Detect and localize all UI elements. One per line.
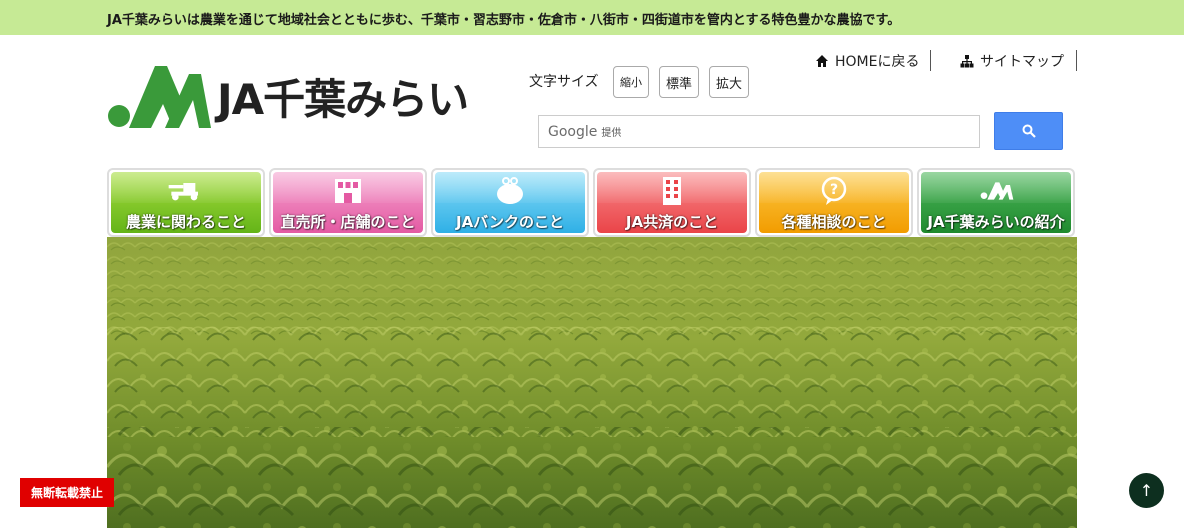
site-logo[interactable]: JA千葉みらい <box>107 64 497 130</box>
search-brand: Google 提供 <box>548 124 621 140</box>
sitemap-icon <box>960 55 974 68</box>
question-bubble-icon: ? <box>821 176 847 205</box>
search-brand-sub: 提供 <box>601 128 622 139</box>
font-size-large-button[interactable]: 拡大 <box>709 66 749 98</box>
nav-about[interactable]: JA千葉みらいの紹介 <box>917 168 1075 237</box>
utility-divider <box>1076 50 1077 71</box>
nav-bank[interactable]: JAバンクのこと <box>431 168 589 237</box>
nav-store[interactable]: 直売所・店舗のこと <box>269 168 427 237</box>
ja-logo-icon <box>980 182 1014 200</box>
tractor-icon <box>168 183 198 201</box>
nav-insurance[interactable]: JA共済のこと <box>593 168 751 237</box>
back-to-top-button[interactable]: ↑ <box>1129 473 1164 508</box>
carrot-field-photo <box>107 237 1077 528</box>
search-icon <box>1022 124 1036 138</box>
font-size-label: 文字サイズ <box>529 74 599 90</box>
logo-text: JA千葉みらい <box>217 75 469 124</box>
nav-store-label: 直売所・店舗のこと <box>280 213 416 231</box>
home-link[interactable]: HOMEに戻る <box>815 50 919 72</box>
svg-text:?: ? <box>830 182 838 198</box>
nav-agriculture[interactable]: 農業に関わること <box>107 168 265 237</box>
font-size-small-button[interactable]: 縮小 <box>613 66 649 98</box>
sitemap-link-label: サイトマップ <box>980 54 1064 70</box>
home-icon <box>816 55 828 67</box>
utility-divider <box>930 50 931 71</box>
no-reproduction-badge: 無断転載禁止 <box>20 478 114 507</box>
building-icon <box>663 177 681 205</box>
nav-agriculture-label: 農業に関わること <box>125 213 246 231</box>
search-button[interactable] <box>994 112 1063 150</box>
sitemap-link[interactable]: サイトマップ <box>960 50 1064 72</box>
search-brand-name: Google <box>548 124 598 140</box>
top-announcement-bar: JA千葉みらいは農業を通じて地域社会とともに歩む、千葉市・習志野市・佐倉市・八街… <box>0 0 1184 35</box>
store-icon <box>335 179 361 203</box>
nav-about-label: JA千葉みらいの紹介 <box>927 213 1065 231</box>
search-box: Google 提供 <box>538 115 980 148</box>
wallet-icon <box>497 177 523 204</box>
arrow-up-icon: ↑ <box>1139 481 1154 500</box>
hero-image <box>107 237 1077 528</box>
font-size-standard-button[interactable]: 標準 <box>659 66 699 98</box>
nav-bank-label: JAバンクのこと <box>456 213 564 231</box>
nav-consultation[interactable]: ? 各種相談のこと <box>755 168 913 237</box>
home-link-label: HOMEに戻る <box>835 54 920 70</box>
announcement-text: JA千葉みらいは農業を通じて地域社会とともに歩む、千葉市・習志野市・佐倉市・八街… <box>107 13 901 28</box>
ja-logo-icon <box>108 66 211 128</box>
nav-insurance-label: JA共済のこと <box>625 213 719 231</box>
search-input[interactable] <box>629 120 969 144</box>
nav-consultation-label: 各種相談のこと <box>781 213 887 231</box>
